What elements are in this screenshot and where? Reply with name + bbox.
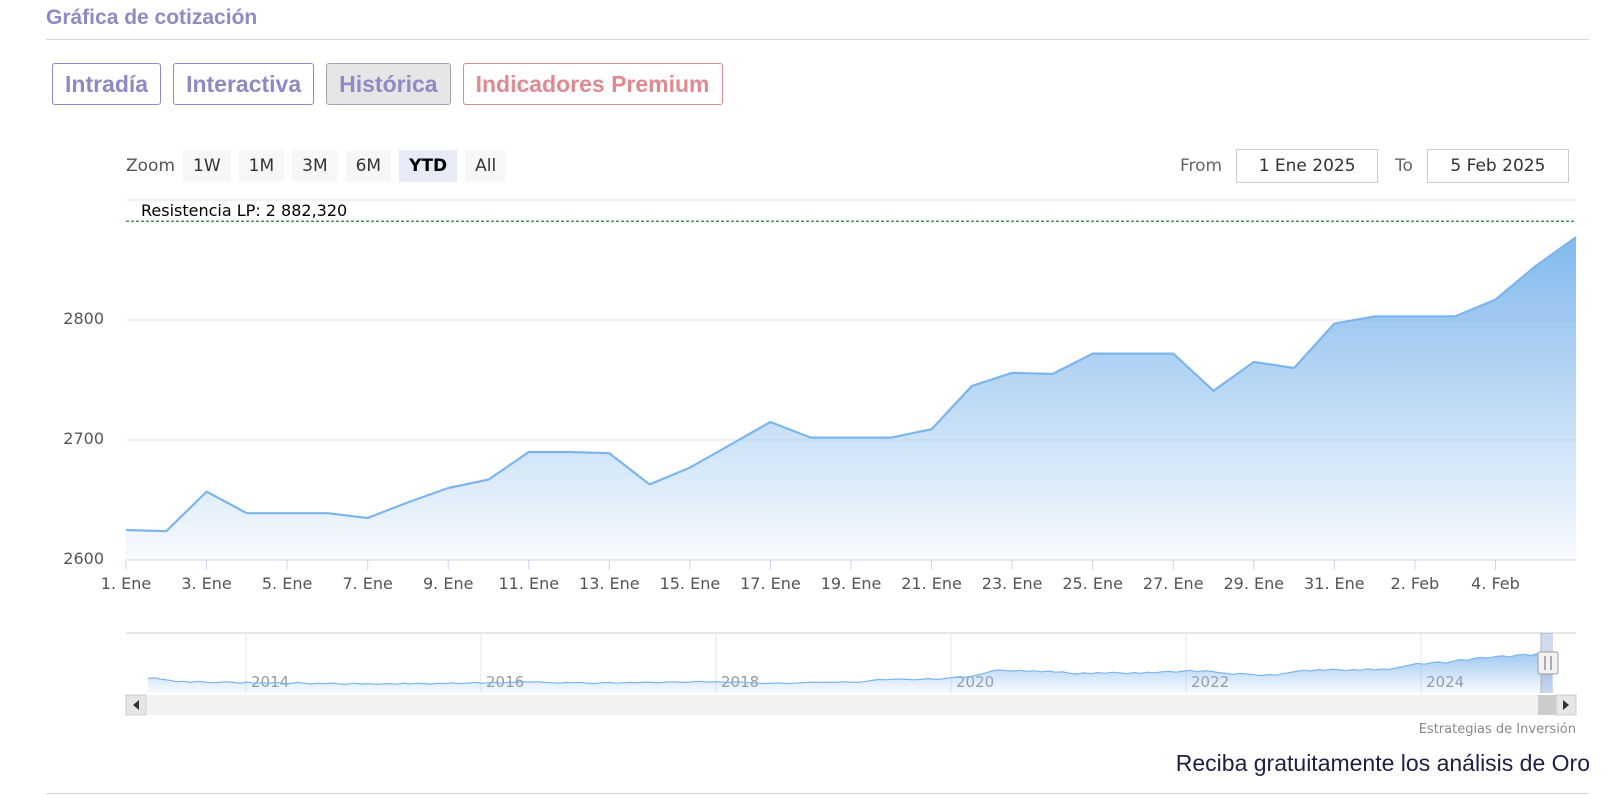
x-tick-label: 17. Ene — [740, 574, 801, 593]
navigator-handle — [1537, 651, 1559, 675]
footer-divider — [46, 793, 1589, 794]
x-tick-label: 19. Ene — [821, 574, 882, 593]
x-tick-label: 7. Ene — [342, 574, 392, 593]
x-tick-label: 11. Ene — [498, 574, 559, 593]
scrollbar-thumb — [1538, 695, 1556, 715]
x-tick-label: 1. Ene — [101, 574, 151, 593]
x-tick-label: 9. Ene — [423, 574, 473, 593]
x-tick-label: 21. Ene — [901, 574, 962, 593]
y-tick-label: 2800 — [63, 309, 104, 328]
x-tick-label: 13. Ene — [579, 574, 640, 593]
x-tick-label: 15. Ene — [660, 574, 721, 593]
y-tick-label: 2700 — [63, 429, 104, 448]
y-tick-label: 2600 — [63, 549, 104, 568]
scrollbar-track — [126, 695, 1576, 715]
footer-text: Reciba gratuitamente los análisis de Oro — [1175, 750, 1590, 776]
navigator-area — [148, 652, 1552, 693]
x-tick-label: 27. Ene — [1143, 574, 1204, 593]
x-tick-label: 31. Ene — [1304, 574, 1365, 593]
resistance-label: Resistencia LP: 2 882,320 — [141, 201, 347, 220]
y-axis-ticks: 2600 2700 2800 — [63, 309, 104, 568]
navigator[interactable]: 201420162018202020222024 — [126, 632, 1576, 693]
x-tick-label: 25. Ene — [1062, 574, 1123, 593]
x-axis-ticks: 1. Ene 3. Ene 5. Ene 7. Ene 9. Ene 11. Ene 13.… — [101, 559, 1576, 593]
x-tick-label: 3. Ene — [181, 574, 231, 593]
series-area — [125, 236, 1577, 560]
x-tick-label: 4. Feb — [1471, 574, 1520, 593]
x-tick-label: 29. Ene — [1223, 574, 1284, 593]
series-area-fill — [126, 237, 1576, 560]
chart-credit: Estrategias de Inversión — [1419, 722, 1576, 737]
x-tick-label: 5. Ene — [262, 574, 312, 593]
x-tick-label: 2. Feb — [1391, 574, 1440, 593]
price-chart: Resistencia LP: 2 882,320 2600 2700 2800 1… — [63, 199, 1577, 737]
x-tick-label: 23. Ene — [982, 574, 1043, 593]
scrollbar[interactable] — [125, 694, 1577, 716]
resistance-plot-line: Resistencia LP: 2 882,320 — [126, 201, 1576, 222]
